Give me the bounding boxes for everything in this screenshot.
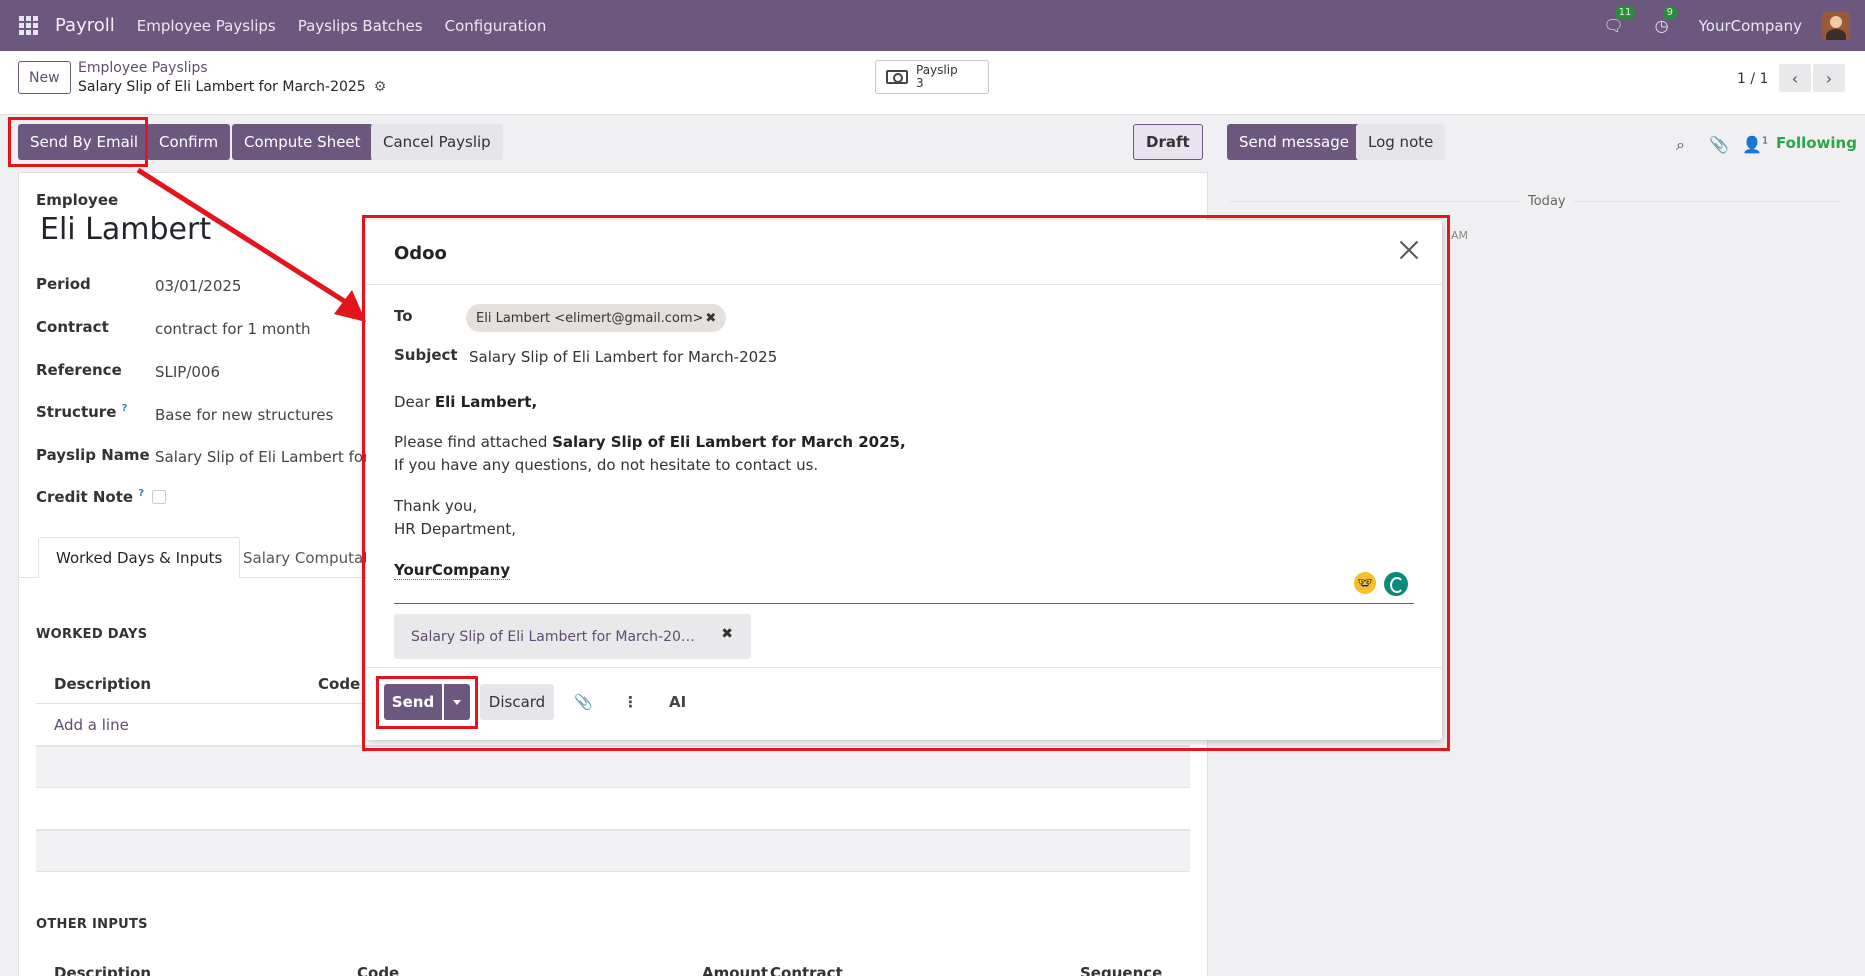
col-code[interactable]: Code <box>357 964 399 976</box>
pager-value[interactable]: 1 / 1 <box>1737 71 1768 87</box>
activities-clock-icon[interactable]: ◷ 9 <box>1651 5 1677 37</box>
breadcrumb-current-label: Salary Slip of Eli Lambert for March-202… <box>78 79 366 95</box>
pager-previous-icon[interactable]: ‹ <box>1779 64 1811 92</box>
messages-badge: 11 <box>1614 5 1636 20</box>
contract-value[interactable]: contract for 1 month <box>155 320 370 338</box>
gear-icon[interactable]: ⚙ <box>374 79 387 95</box>
recipient-tag-label: Eli Lambert <elimert@gmail.com> <box>476 310 704 326</box>
top-navbar: Payroll Employee Payslips Payslips Batch… <box>0 0 1865 51</box>
employee-label: Employee <box>36 191 119 209</box>
dialog-footer-divider <box>366 667 1442 668</box>
activities-badge: 9 <box>1662 5 1677 20</box>
menu-configuration[interactable]: Configuration <box>445 17 547 35</box>
col-contract[interactable]: Contract <box>770 964 843 976</box>
send-options-chevron-down-icon[interactable] <box>444 684 470 720</box>
breadcrumb-parent[interactable]: Employee Payslips <box>78 60 208 76</box>
messages-icon[interactable]: 🗨 11 <box>1603 5 1636 37</box>
apps-menu-icon[interactable] <box>19 15 39 36</box>
attachment-chip[interactable]: Salary Slip of Eli Lambert for March-202… <box>394 614 751 659</box>
help-icon[interactable]: ? <box>122 403 128 414</box>
emoji-icon[interactable]: 🤓 <box>1354 572 1376 594</box>
user-avatar[interactable] <box>1822 11 1850 40</box>
table-row <box>36 746 1190 788</box>
paperclip-icon[interactable]: 📎 <box>1709 135 1729 154</box>
cancel-payslip-button[interactable]: Cancel Payslip <box>371 124 503 160</box>
dialog-header-divider <box>366 284 1442 285</box>
structure-value[interactable]: Base for new structures <box>155 406 370 424</box>
grammar-assistant-icon[interactable] <box>1384 572 1408 596</box>
table-row <box>36 830 1190 872</box>
period-label: Period <box>36 275 91 293</box>
close-icon[interactable] <box>1397 238 1421 262</box>
dialog-title: Odoo <box>394 243 447 264</box>
subject-input[interactable]: Salary Slip of Eli Lambert for March-202… <box>469 348 777 366</box>
new-button[interactable]: New <box>18 61 71 94</box>
control-panel: New Employee Payslips Salary Slip of Eli… <box>0 51 1865 115</box>
money-icon <box>886 70 908 84</box>
col-sequence[interactable]: Sequence <box>1080 964 1162 976</box>
body-questions-line[interactable]: If you have any questions, do not hesita… <box>394 456 818 474</box>
attach-file-paperclip-icon[interactable]: 📎 <box>574 693 593 711</box>
reference-value[interactable]: SLIP/006 <box>155 363 370 381</box>
attachment-name[interactable]: Salary Slip of Eli Lambert for March-202… <box>411 629 701 645</box>
add-a-line-link[interactable]: Add a line <box>54 716 129 734</box>
col-description[interactable]: Description <box>54 675 151 693</box>
send-message-button[interactable]: Send message <box>1227 124 1361 160</box>
status-draft[interactable]: Draft <box>1133 124 1203 160</box>
chatter-today-label: Today <box>1520 194 1574 209</box>
chatter-time-fragment: AM <box>1451 229 1469 242</box>
breadcrumb-current: Salary Slip of Eli Lambert for March-202… <box>78 79 386 95</box>
body-department-line[interactable]: HR Department, <box>394 520 516 538</box>
company-switcher[interactable]: YourCompany <box>1699 17 1802 35</box>
editor-bottom-border <box>394 603 1414 604</box>
smart-button-count: 3 <box>916 76 924 90</box>
menu-employee-payslips[interactable]: Employee Payslips <box>137 17 276 35</box>
confirm-button[interactable]: Confirm <box>147 124 231 160</box>
structure-label: Structure ? <box>36 403 128 421</box>
ai-button[interactable]: AI <box>669 693 686 711</box>
col-amount[interactable]: Amount <box>702 964 768 976</box>
log-note-button[interactable]: Log note <box>1356 124 1446 160</box>
more-options-kebab-icon[interactable]: ⋮ <box>623 693 638 711</box>
credit-note-checkbox[interactable] <box>152 490 166 504</box>
worked-days-title: WORKED DAYS <box>36 627 148 642</box>
table-row-divider <box>36 787 1190 788</box>
recipient-tag[interactable]: Eli Lambert <elimert@gmail.com> ✖ <box>466 304 727 332</box>
menu-payslips-batches[interactable]: Payslips Batches <box>298 17 423 35</box>
discard-button[interactable]: Discard <box>480 684 554 720</box>
compute-sheet-button[interactable]: Compute Sheet <box>232 124 373 160</box>
to-label: To <box>394 307 413 325</box>
col-description[interactable]: Description <box>54 964 151 976</box>
payslip-name-value[interactable]: Salary Slip of Eli Lambert for March-202… <box>155 448 370 466</box>
table-row-divider <box>36 871 1190 872</box>
remove-recipient-icon[interactable]: ✖ <box>705 311 716 326</box>
pager-next-icon[interactable]: › <box>1813 64 1845 92</box>
send-by-email-button[interactable]: Send By Email <box>18 124 151 160</box>
followers-icon[interactable]: 👤1 <box>1742 135 1768 154</box>
payslip-smart-button[interactable]: Payslip 3 <box>875 60 989 94</box>
followers-count: 1 <box>1761 135 1769 147</box>
other-inputs-title: OTHER INPUTS <box>36 917 148 932</box>
help-icon[interactable]: ? <box>138 488 144 499</box>
app-brand[interactable]: Payroll <box>55 15 115 36</box>
following-button[interactable]: Following <box>1776 134 1857 152</box>
remove-attachment-icon[interactable]: ✖ <box>721 626 733 642</box>
action-bar: Send By Email Confirm Compute Sheet Canc… <box>0 115 1865 172</box>
subject-label: Subject <box>394 346 458 364</box>
reference-label: Reference <box>36 361 122 379</box>
email-compose-dialog: Odoo To Eli Lambert <elimert@gmail.com> … <box>366 220 1442 740</box>
body-company-line[interactable]: YourCompany <box>394 561 511 580</box>
body-thanks-line[interactable]: Thank you, <box>394 497 477 515</box>
col-code[interactable]: Code <box>318 675 360 693</box>
credit-note-label: Credit Note ? <box>36 488 145 506</box>
employee-name[interactable]: Eli Lambert <box>40 212 211 247</box>
search-icon[interactable]: ⌕ <box>1676 135 1685 155</box>
body-greeting[interactable]: Dear Eli Lambert, <box>394 393 537 411</box>
tab-worked-days-inputs[interactable]: Worked Days & Inputs <box>38 537 241 578</box>
send-button[interactable]: Send <box>384 684 442 720</box>
period-value[interactable]: 03/01/2025 <box>155 277 370 295</box>
contract-label: Contract <box>36 318 109 336</box>
body-attached-line[interactable]: Please find attached Salary Slip of Eli … <box>394 433 906 451</box>
payslip-name-label: Payslip Name <box>36 446 150 464</box>
